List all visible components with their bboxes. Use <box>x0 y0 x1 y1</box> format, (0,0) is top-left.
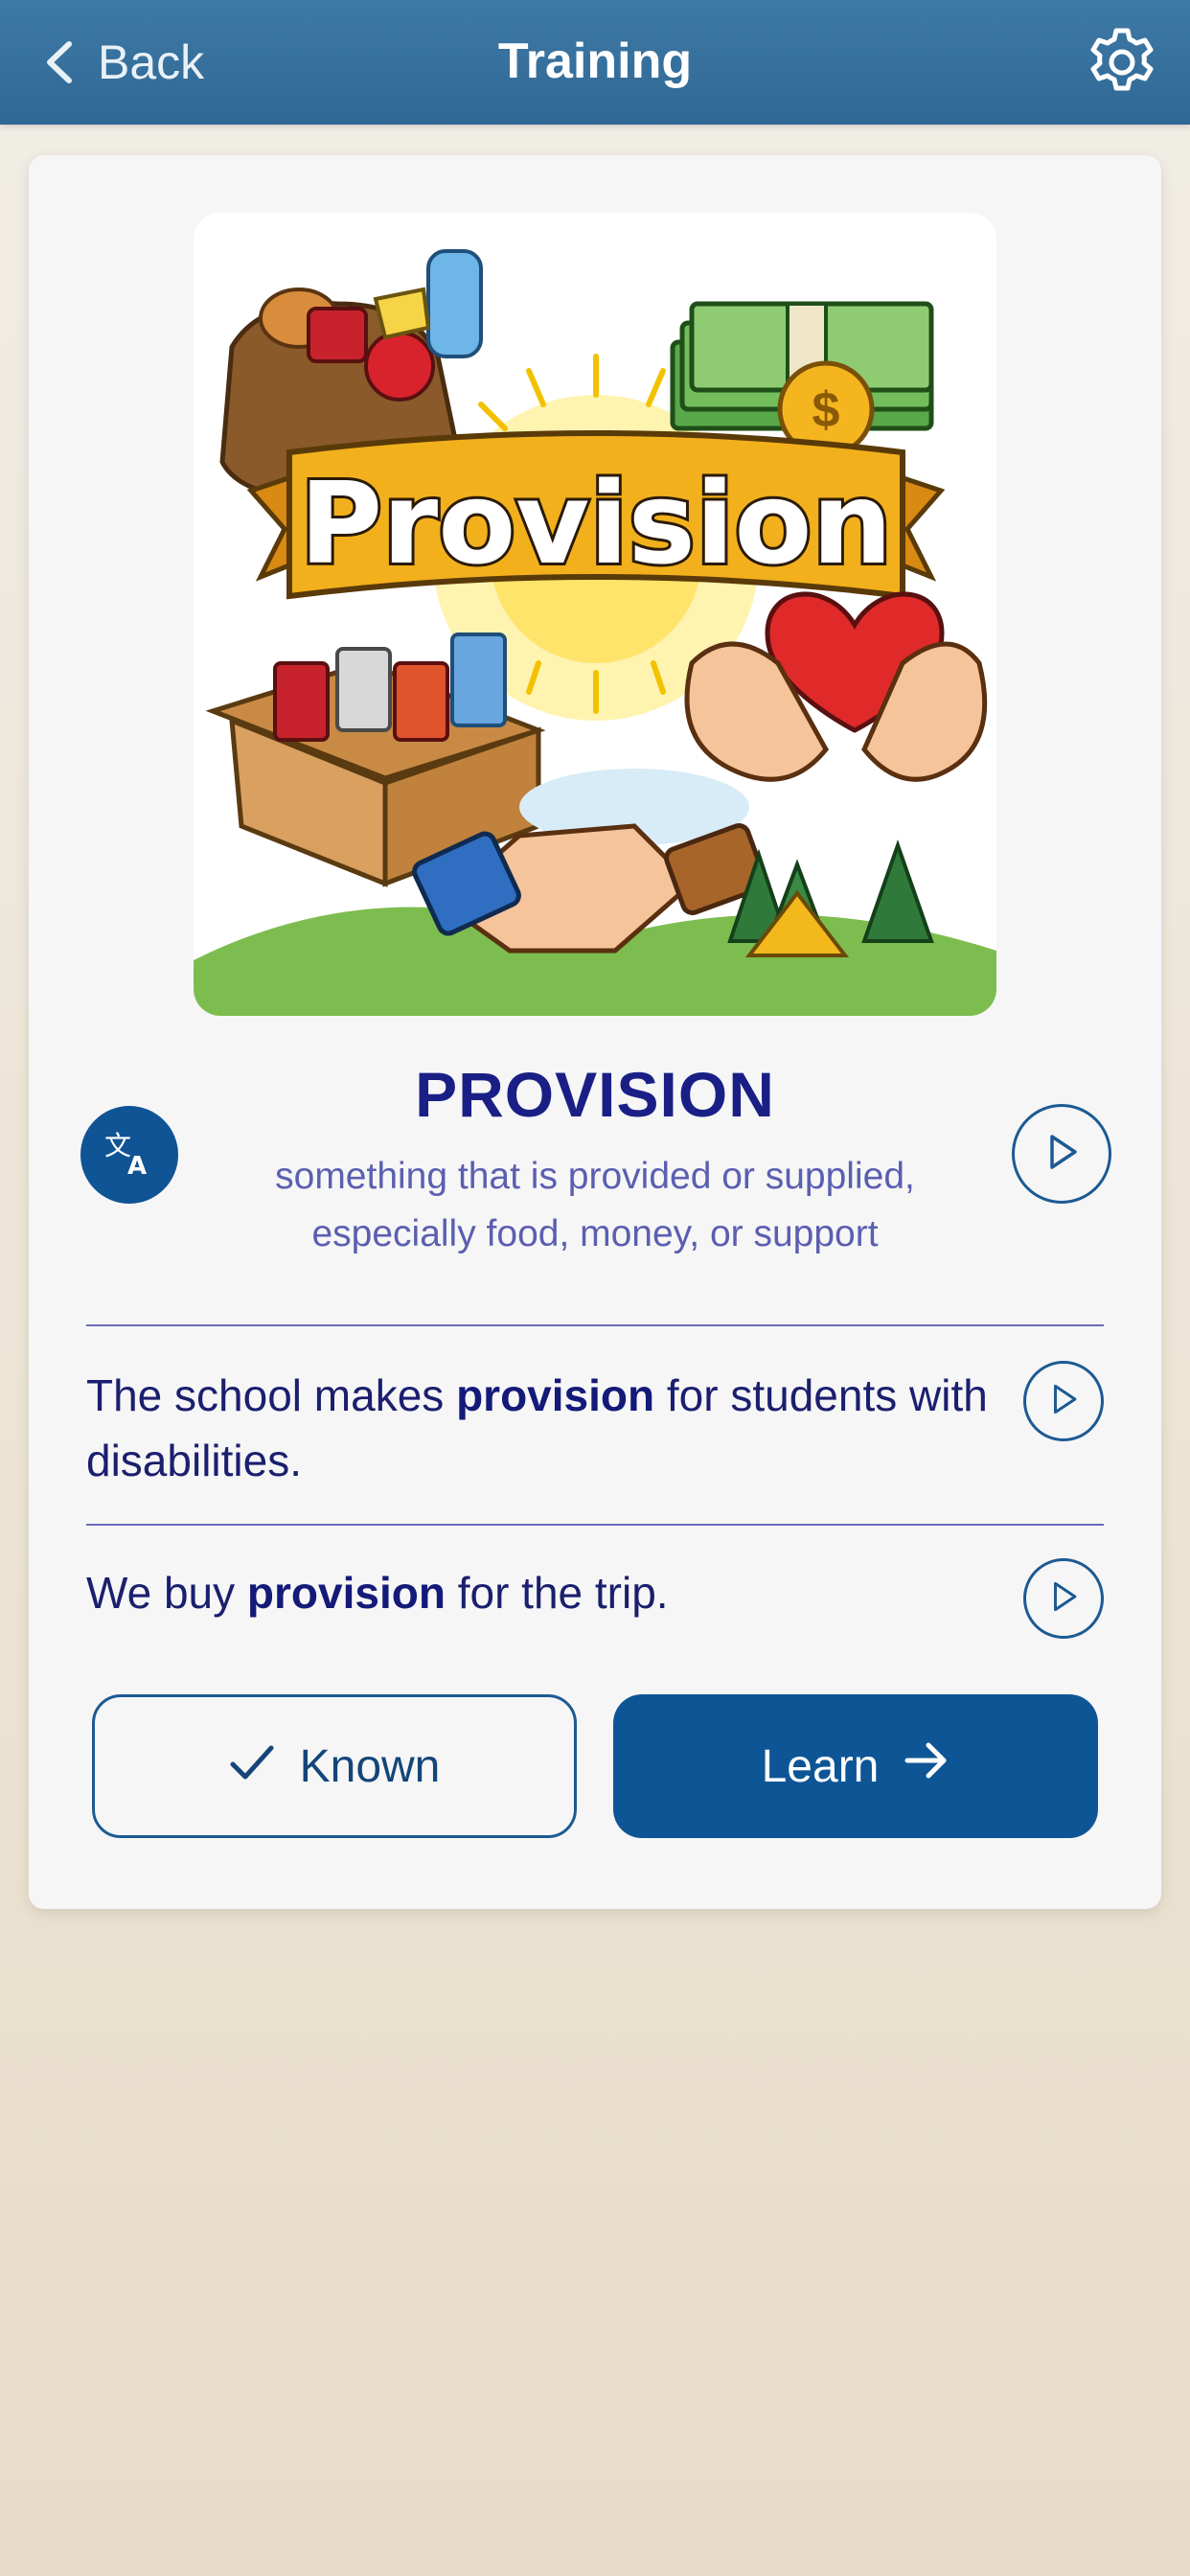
example-sentence: We buy provision for the trip. <box>86 1568 669 1618</box>
top-navigation-bar: Back Training <box>0 0 1190 125</box>
word-title: PROVISION <box>415 1059 775 1130</box>
play-icon <box>1047 1580 1080 1618</box>
flashcard: $ Provision PROVISION 文 A something that… <box>29 155 1161 1909</box>
svg-text:A: A <box>127 1152 147 1180</box>
learn-label: Learn <box>761 1740 880 1792</box>
example-sentence: The school makes provision for students … <box>86 1370 988 1485</box>
play-icon <box>1047 1383 1080 1420</box>
translate-button[interactable]: 文 A <box>80 1106 178 1204</box>
learn-button[interactable]: Learn <box>613 1694 1098 1838</box>
play-word-button[interactable] <box>1012 1104 1111 1204</box>
divider <box>86 1524 1104 1526</box>
arrow-right-icon <box>904 1739 950 1793</box>
play-example-button[interactable] <box>1023 1558 1104 1639</box>
known-button[interactable]: Known <box>92 1694 577 1838</box>
translate-icon: 文 A <box>103 1126 156 1184</box>
word-definition: something that is provided or supplied, … <box>275 1156 915 1254</box>
gear-icon <box>1085 28 1159 104</box>
play-icon <box>1042 1133 1081 1176</box>
play-example-button[interactable] <box>1023 1361 1104 1441</box>
page-title: Training <box>497 34 693 89</box>
highlighted-word: provision <box>246 1568 446 1618</box>
provision-illustration: $ Provision <box>194 213 996 1016</box>
banner-text: Provision <box>300 457 893 589</box>
svg-text:$: $ <box>812 382 840 438</box>
checkmark-icon <box>229 1740 275 1793</box>
known-label: Known <box>299 1740 441 1792</box>
divider <box>86 1324 1104 1326</box>
settings-button[interactable] <box>1085 25 1159 100</box>
highlighted-word: provision <box>456 1370 655 1420</box>
